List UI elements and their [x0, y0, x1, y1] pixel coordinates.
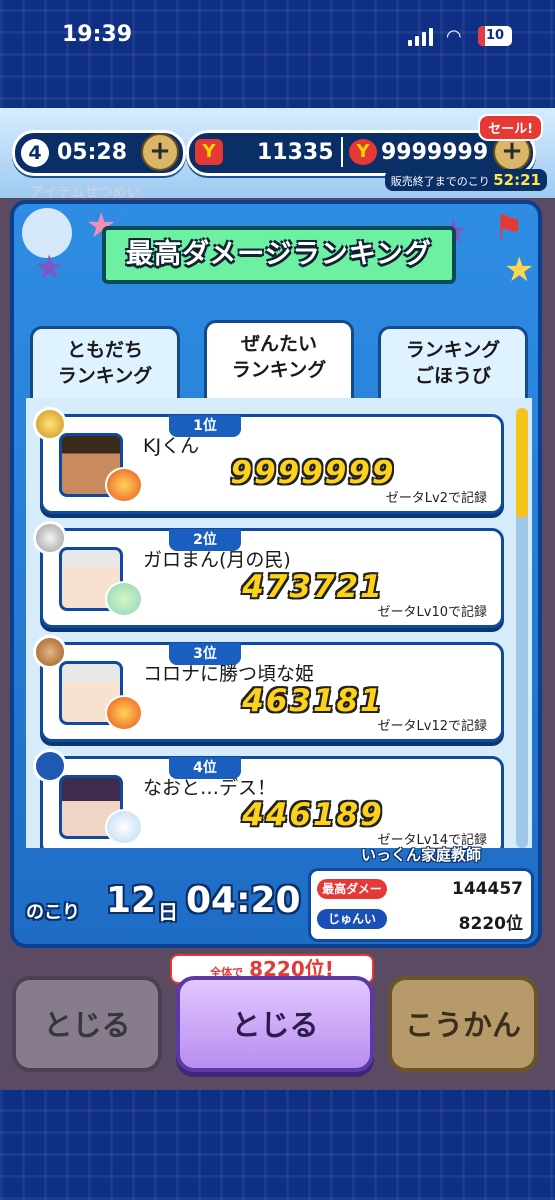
record-note: ゼータLv12で記録 [377, 719, 487, 734]
max-damage-tag: 最高ダメージ [317, 879, 387, 916]
battery-icon: 10 [478, 26, 512, 46]
sale-timer-label: 販売終了までのこり [390, 175, 490, 188]
point-coin-icon: Y [195, 139, 223, 165]
remaining-clock: 04:20 [186, 880, 301, 921]
ice-pet-icon [105, 809, 143, 845]
close-button[interactable]: とじる [176, 976, 374, 1072]
player-name: KJくん [143, 435, 200, 457]
tab-label: ぜんたい ランキング [231, 333, 327, 381]
player-name: ガロまん(月の民) [143, 549, 291, 571]
player-score: 446189 [242, 797, 384, 833]
player-score: 463181 [242, 683, 384, 719]
rank-tag: じゅんい [317, 909, 387, 929]
ranking-row[interactable]: 2位 ガロまん(月の民) 473721 ゼータLv10で記録 [33, 521, 504, 628]
scrollbar-thumb[interactable] [516, 408, 528, 518]
ranking-list[interactable]: 1位 KJくん 9999999 ゼータLv2で記録 2位 ガロまん(月の民) 4… [26, 398, 532, 848]
ranking-row[interactable]: 4位 なおと…デス！ 446189 ゼータLv14で記録 [33, 749, 504, 848]
currency-money: 9999999 [381, 140, 489, 165]
panel-title: 最高ダメージランキング [126, 239, 432, 270]
remaining-label: のこり [26, 902, 80, 923]
tab-friends-ranking[interactable]: ともだち ランキング [30, 326, 180, 398]
status-time: 19:39 [62, 22, 133, 47]
scrollbar[interactable] [516, 408, 528, 848]
ranking-row[interactable]: 3位 コロナに勝つ頃な姫 463181 ゼータLv12で記録 [33, 635, 504, 742]
player-score: 9999999 [230, 455, 396, 491]
game-screen: 4 05:28 + Y 11335 Y 9999999 + セール! 販売終了ま… [0, 108, 555, 1090]
tab-label: ともだち ランキング [57, 339, 153, 387]
record-note: ゼータLv2で記録 [385, 491, 487, 506]
tab-ranking-rewards[interactable]: ランキング ごほうび [378, 326, 528, 398]
sale-badge[interactable]: セール! [478, 114, 543, 141]
mint-pet-icon [105, 581, 143, 617]
level-badge: 4 [21, 139, 49, 167]
my-max-damage: 144457 [452, 879, 523, 899]
player-name: なおと…デス！ [143, 777, 277, 799]
title-banner: 最高ダメージランキング [102, 226, 456, 284]
currency-points: 11335 [257, 140, 334, 165]
flag-icon: ⚑ [493, 208, 524, 248]
fire-pet-icon [105, 695, 143, 731]
my-name: いっくん家庭教師 [360, 846, 481, 864]
remaining-days: 12 [106, 880, 157, 921]
sale-timer-value: 52:21 [493, 171, 541, 189]
player-score: 473721 [242, 569, 384, 605]
star-icon: ★ [504, 250, 535, 290]
my-rank: 8220位 [458, 914, 523, 934]
stamina-pill: 4 05:28 + [12, 130, 186, 176]
player-name: コロナに勝つ頃な姫 [143, 663, 315, 685]
ranking-row[interactable]: 1位 KJくん 9999999 ゼータLv2で記録 [33, 407, 504, 514]
exchange-button[interactable]: こうかん [388, 976, 538, 1072]
stamina-timer: 05:28 [57, 140, 128, 165]
tab-label: ランキング ごほうび [405, 339, 501, 387]
fire-pet-icon [105, 467, 143, 503]
wifi-icon: ◠ [446, 26, 462, 47]
battery-level: 10 [485, 28, 505, 43]
currency-divider [341, 137, 343, 167]
remaining-day-unit: 日 [158, 900, 178, 924]
background-label: アイテムせつめい [30, 185, 141, 201]
tab-overall-ranking[interactable]: ぜんたい ランキング [204, 320, 354, 398]
sale-timer: 販売終了までのこり 52:21 [384, 169, 547, 191]
ranking-panel: ★ ★ ★ ★ ⚑ 最高ダメージランキング ともだち ランキング ぜんたい ラン… [10, 200, 542, 948]
status-bar: 19:39 ◠ 10 [0, 0, 555, 74]
record-note: ゼータLv10で記録 [377, 605, 487, 620]
my-ranking-box: 最高ダメージ 144457 じゅんい 8220位 [308, 868, 534, 942]
close-button-disabled[interactable]: とじる [12, 976, 162, 1072]
money-coin-icon: Y [349, 139, 377, 165]
add-stamina-button[interactable]: + [141, 133, 179, 171]
signal-icon [408, 28, 434, 46]
star-icon: ★ [34, 248, 65, 288]
